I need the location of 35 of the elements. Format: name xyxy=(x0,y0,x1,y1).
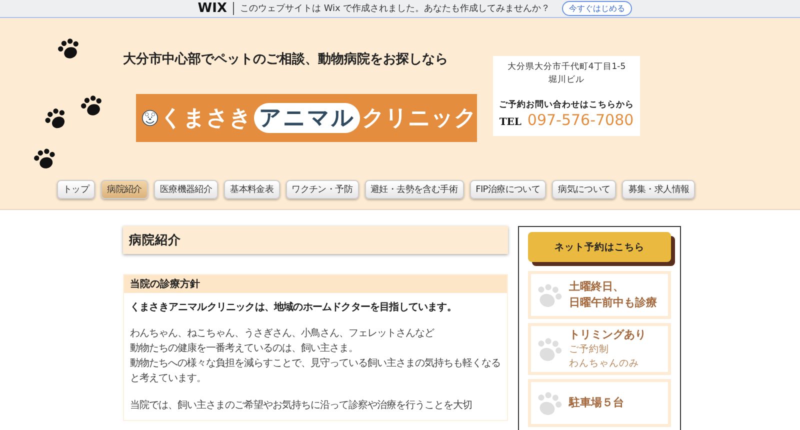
logo-text: くまさき xyxy=(160,105,252,133)
nav-button[interactable]: 避妊・去勢を含む手術 xyxy=(364,180,464,199)
reserve-button[interactable]: ネット予約はこちら xyxy=(528,232,671,262)
tel-label: TEL xyxy=(499,117,522,128)
address-line: 大分県大分市千代町4丁目1-5 xyxy=(507,61,626,74)
paragraph-line: わんちゃん、ねこちゃん、うさぎさん、小鳥さん、フェレットさんなど xyxy=(130,326,436,341)
wix-logo: WIX xyxy=(198,2,234,15)
page-title: 病院紹介 xyxy=(123,226,508,254)
section-heading: 当院の診療方針 xyxy=(124,275,507,293)
contact-label: ご予約お問い合わせはこちらから xyxy=(499,99,634,111)
nav-button[interactable]: 募集・求人情報 xyxy=(622,180,696,199)
nav-button[interactable]: 病院紹介 xyxy=(101,180,148,199)
nav-button[interactable]: FIP治療について xyxy=(470,180,546,199)
nav-button[interactable]: トップ xyxy=(57,180,96,199)
card-note: ご予約制 xyxy=(569,343,610,357)
card-title: トリミングあり xyxy=(569,327,646,343)
lead-text: くまさきアニマルクリニックは、地域のホームドクターを目指しています。 xyxy=(130,300,458,314)
clinic-logo[interactable]: くまさき アニマル クリニック xyxy=(136,94,477,142)
logo-text: クリニック xyxy=(362,105,477,133)
paragraph-line: 当院では、飼い主さまのご希望やお気持ちに沿って診察や治療を行うことを大切 xyxy=(130,398,473,413)
card-title: 土曜終日、 xyxy=(569,279,625,295)
nav-button[interactable]: 病気について xyxy=(552,180,616,199)
tagline: 大分市中心部でペットのご相談、動物病院をお探しなら xyxy=(123,50,449,68)
nav-button[interactable]: 基本料金表 xyxy=(224,180,280,199)
banner-message: このウェブサイトは Wix で作成されました。あなたも作成してみませんか？ xyxy=(240,2,550,15)
nav-button[interactable]: ワクチン・予防 xyxy=(286,180,359,199)
logo-text: アニマル xyxy=(254,103,360,133)
paragraph-line: 動物たちへの様々な負担を減らすことで、見守っている飼い主さまの気持ちも軽くなると考えています。 xyxy=(130,356,501,386)
address-line: 堀川ビル xyxy=(548,74,584,87)
card-title: 駐車場５台 xyxy=(569,395,624,411)
card-title: 日曜午前中も診療 xyxy=(569,295,657,311)
paragraph-line: 動物たちの健康を一番考えているのは、飼い主さま。 xyxy=(130,342,359,356)
card-note: わんちゃんのみ xyxy=(569,357,640,371)
start-now-button[interactable]: 今すぐはじめる xyxy=(562,1,632,16)
nav-button[interactable]: 医療機器紹介 xyxy=(154,180,218,199)
